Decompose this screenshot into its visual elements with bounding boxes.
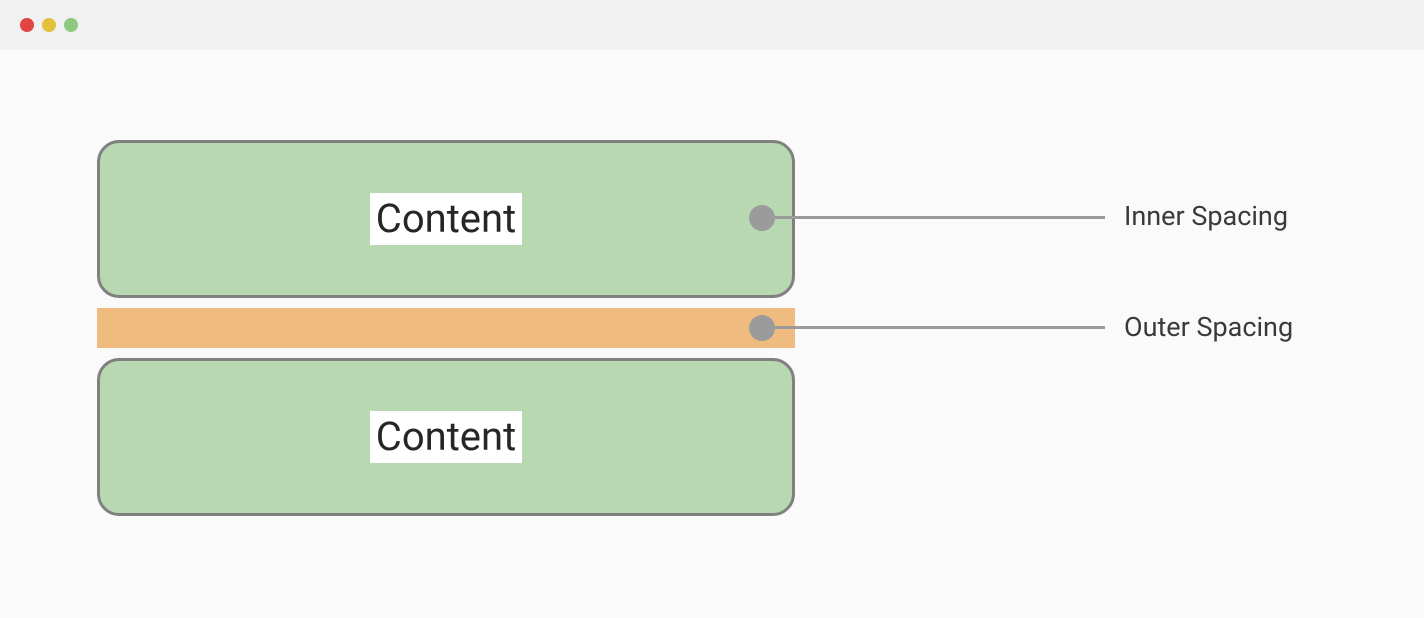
content-label-top: Content	[370, 193, 522, 245]
inner-spacing-box-bottom: Content	[97, 358, 795, 516]
zoom-icon[interactable]	[64, 18, 78, 32]
callout-dot-icon	[749, 315, 775, 341]
outer-spacing-bar	[97, 308, 795, 348]
callout-line	[775, 216, 1105, 219]
callout-label-outer: Outer Spacing	[1124, 311, 1293, 343]
minimize-icon[interactable]	[42, 18, 56, 32]
window-titlebar	[0, 0, 1424, 50]
callout-label-inner: Inner Spacing	[1124, 200, 1288, 232]
inner-spacing-box-top: Content	[97, 140, 795, 298]
diagram-canvas: Content Content Inner Spacing Outer Spac…	[0, 50, 1424, 618]
content-label-bottom: Content	[370, 411, 522, 463]
callout-line	[775, 326, 1105, 329]
callout-dot-icon	[749, 205, 775, 231]
close-icon[interactable]	[20, 18, 34, 32]
